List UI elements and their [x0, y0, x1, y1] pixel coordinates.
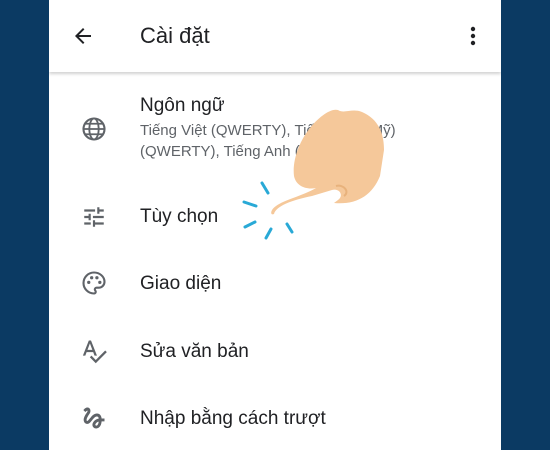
settings-item-label: Ngôn ngữ [140, 95, 225, 116]
spellcheck-icon [79, 336, 109, 366]
tune-icon [79, 202, 109, 232]
back-button[interactable] [65, 18, 101, 54]
page-title: Cài đặt [140, 23, 210, 48]
settings-item-glide-typing[interactable]: Nhập bằng cách trượt [49, 386, 501, 450]
settings-item-preferences[interactable]: Tùy chọn [49, 180, 501, 250]
settings-item-label: Giao diện [140, 273, 222, 294]
app-bar: Cài đặt [49, 0, 501, 72]
settings-item-label: Sửa văn bản [140, 341, 249, 362]
more-options-button[interactable] [459, 18, 487, 54]
arrow-back-icon [75, 28, 91, 44]
settings-item-language[interactable]: Ngôn ngữ Tiếng Việt (QWERTY), Tiếng Anh … [49, 72, 501, 180]
gesture-icon [79, 403, 109, 433]
settings-item-text-correction[interactable]: Sửa văn bản [49, 316, 501, 386]
more-vert-icon [470, 26, 476, 46]
settings-item-summary: Tiếng Việt (QWERTY), Tiếng Anh (Mỹ) (QWE… [140, 122, 396, 160]
settings-item-label: Nhập bằng cách trượt [140, 408, 326, 429]
settings-item-theme[interactable]: Giao diện [49, 250, 501, 316]
palette-icon [79, 268, 109, 298]
screenshot-frame: Cài đặt Ngôn ngữ Tiếng Việt (QWERTY), Ti… [0, 0, 550, 450]
settings-screen: Cài đặt Ngôn ngữ Tiếng Việt (QWERTY), Ti… [49, 0, 501, 450]
settings-item-label: Tùy chọn [140, 206, 219, 227]
globe-icon [79, 114, 109, 144]
